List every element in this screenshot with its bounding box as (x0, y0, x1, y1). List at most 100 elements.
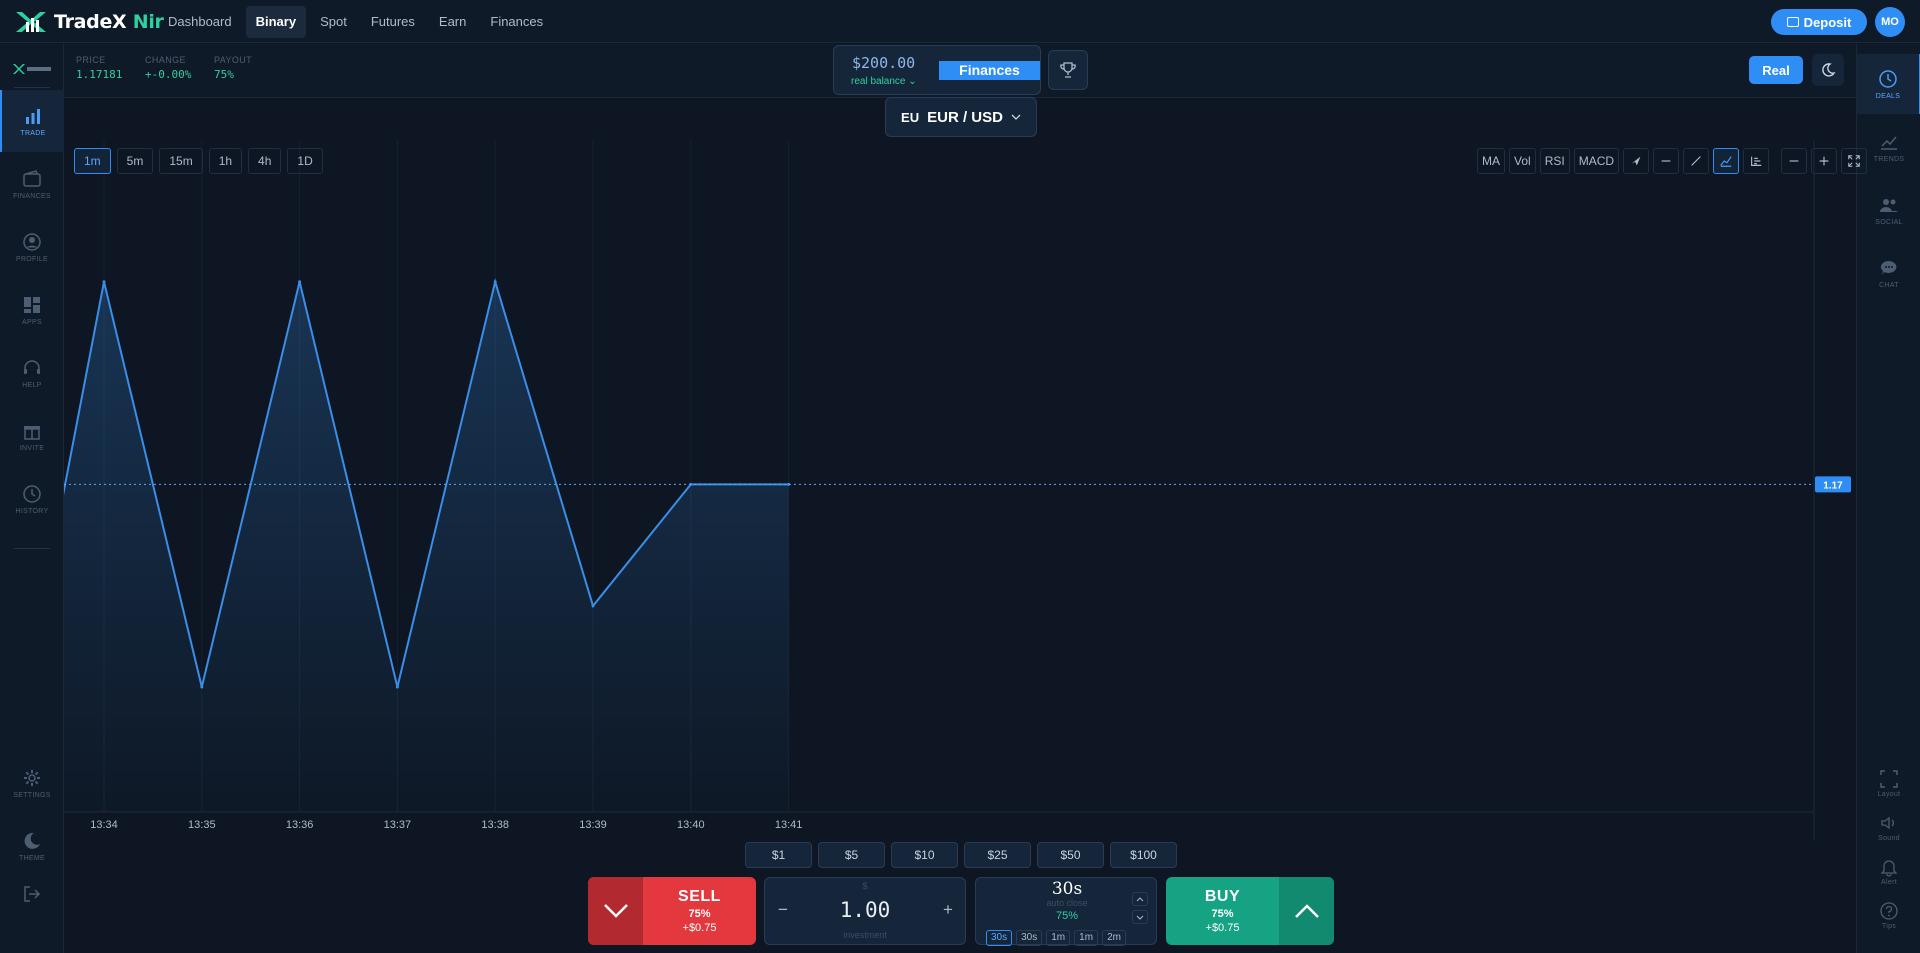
sidebar-item-settings[interactable]: SETTINGS (0, 752, 64, 814)
expiry-timer: 30s auto close 75% 30s 30s 1m 1m 2m (975, 877, 1158, 946)
duration-option[interactable]: 30s (986, 930, 1013, 946)
x-tick-label: 13:41 (775, 819, 803, 831)
trendline-button[interactable] (1683, 148, 1710, 174)
indicator-vol-button[interactable]: Vol (1509, 148, 1536, 174)
duration-option[interactable]: 30s (1016, 930, 1043, 946)
nav-link-finances[interactable]: Finances (480, 6, 553, 38)
timer-payout: 75% (1055, 910, 1079, 922)
chart-point (200, 685, 204, 689)
sidebar-item-apps[interactable]: APPS (0, 279, 64, 341)
x-tick-label: 13:36 (286, 819, 314, 831)
sidebar-item-label: FINANCES (13, 192, 51, 200)
timeframe-4h[interactable]: 4h (248, 148, 282, 174)
buy-button[interactable]: BUY 75% +$0.75 (1166, 877, 1334, 945)
right-sidebar-item-chat[interactable]: CHAT (1857, 243, 1920, 303)
right-sidebar-item-sound[interactable]: Sound (1857, 806, 1920, 848)
chart-area: 1.17 13:34 13:35 13:36 13:37 13:38 13:39 13:40 1… (64, 140, 1868, 840)
sidebar-item-history[interactable]: HISTORY (0, 468, 64, 530)
line-chart-button[interactable] (1713, 148, 1740, 174)
duration-option[interactable]: 2m (1102, 930, 1126, 946)
balance-box[interactable]: $200.00 real balance ⌄ Finances (833, 45, 1041, 95)
timer-increase-button[interactable] (1132, 892, 1148, 906)
chart-point (493, 280, 497, 284)
indicator-macd-button[interactable]: MACD (1573, 148, 1620, 174)
sidebar-item-invite[interactable]: INVITE (0, 405, 64, 467)
investment-label: investment (843, 930, 887, 940)
balance-type[interactable]: real balance ⌄ (851, 76, 917, 87)
zoom-in-button[interactable] (1811, 148, 1838, 174)
indicator-rsi-button[interactable]: RSI (1539, 148, 1570, 174)
timer-value[interactable]: 30s (976, 879, 1158, 899)
theme-toggle-button[interactable] (1812, 54, 1844, 86)
pair-name: EUR / USD (927, 108, 1003, 126)
headset-icon (24, 359, 40, 374)
chart-point (102, 280, 106, 284)
finances-button[interactable]: Finances (939, 61, 1040, 80)
brand-name: TradeX Nir (54, 11, 164, 33)
indicator-ma-button[interactable]: MA (1477, 148, 1505, 174)
candles-button[interactable] (1743, 148, 1770, 174)
x-tick-label: 13:35 (188, 819, 216, 831)
arrow-up-icon (1279, 877, 1334, 945)
fullscreen-icon (1848, 155, 1860, 167)
right-sidebar-item-alert[interactable]: Alert (1857, 850, 1920, 892)
fullscreen-button[interactable] (1841, 148, 1868, 174)
logout-button[interactable] (0, 875, 64, 913)
price-chart[interactable]: 1.17 13:34 13:35 13:36 13:37 13:38 13:39 13:40 1… (64, 140, 1856, 840)
nav-link-futures[interactable]: Futures (361, 6, 425, 38)
quick-amount-button[interactable]: $1 (745, 842, 812, 868)
brand-logo[interactable]: TradeX Nir (14, 8, 164, 36)
timeframe-1h[interactable]: 1h (208, 148, 243, 174)
timeframe-1d[interactable]: 1D (287, 148, 323, 174)
horizontal-line-button[interactable] (1653, 148, 1680, 174)
right-sidebar-item-social[interactable]: SOCIAL (1857, 180, 1920, 240)
zoom-out-button[interactable] (1781, 148, 1808, 174)
zoom-out-icon (1789, 160, 1799, 162)
sidebar-item-label: HELP (22, 381, 42, 389)
sidebar-item-trade[interactable]: TRADE (0, 90, 64, 152)
account-mode-button[interactable]: Real (1749, 56, 1803, 84)
sidebar-item-label: THEME (19, 854, 45, 862)
quick-amount-button[interactable]: $25 (964, 842, 1031, 868)
right-sidebar-item-label: Layout (1877, 790, 1901, 798)
price-label: PRICE (76, 55, 106, 65)
nav-link-dashboard[interactable]: Dashboard (158, 6, 242, 38)
trophy-button[interactable] (1048, 50, 1088, 90)
quick-amount-button[interactable]: $10 (891, 842, 958, 868)
right-sidebar-item-label: Tips (1881, 922, 1897, 930)
duration-option[interactable]: 1m (1046, 930, 1071, 946)
arrow-down-icon (588, 877, 643, 945)
sidebar-item-profile[interactable]: PROFILE (0, 216, 64, 278)
duration-options: 30s 30s 1m 1m 2m (986, 930, 1126, 946)
sidebar-item-finances[interactable]: FINANCES (0, 153, 64, 215)
cursor-button[interactable] (1623, 148, 1650, 174)
quick-amount-button[interactable]: $50 (1037, 842, 1104, 868)
timeframe-1m[interactable]: 1m (74, 148, 111, 174)
investment-input[interactable]: 1.00 (765, 898, 965, 922)
wallet-icon (23, 169, 41, 187)
quick-amount-button[interactable]: $5 (818, 842, 885, 868)
pair-selector[interactable]: EU EUR / USD (885, 97, 1037, 137)
sidebar-item-label: INVITE (19, 444, 45, 452)
timeframe-5m[interactable]: 5m (116, 148, 154, 174)
x-tick-label: 13:37 (384, 819, 412, 831)
timeframe-15m[interactable]: 15m (159, 148, 203, 174)
right-sidebar-item-tips[interactable]: Tips (1857, 894, 1920, 936)
nav-link-spot[interactable]: Spot (310, 6, 357, 38)
increase-investment-button[interactable]: + (936, 898, 960, 922)
sidebar-item-help[interactable]: HELP (0, 342, 64, 404)
sidebar-item-label: SETTINGS (13, 791, 51, 799)
duration-option[interactable]: 1m (1074, 930, 1099, 946)
avatar[interactable]: MO (1875, 7, 1905, 37)
right-sidebar-item-layout[interactable]: Layout (1857, 762, 1920, 804)
chat-icon (1880, 260, 1897, 275)
nav-link-binary[interactable]: Binary (245, 6, 307, 38)
quick-amount-button[interactable]: $100 (1110, 842, 1177, 868)
buy-label: BUY (1204, 888, 1241, 905)
deposit-button[interactable]: Deposit (1771, 9, 1867, 35)
sidebar-item-theme[interactable]: THEME (0, 815, 64, 877)
right-sidebar-item-deals[interactable]: DEALS (1857, 54, 1920, 114)
timer-decrease-button[interactable] (1132, 910, 1148, 924)
sell-button[interactable]: SELL 75% +$0.75 (588, 877, 756, 945)
nav-link-earn[interactable]: Earn (429, 6, 476, 38)
